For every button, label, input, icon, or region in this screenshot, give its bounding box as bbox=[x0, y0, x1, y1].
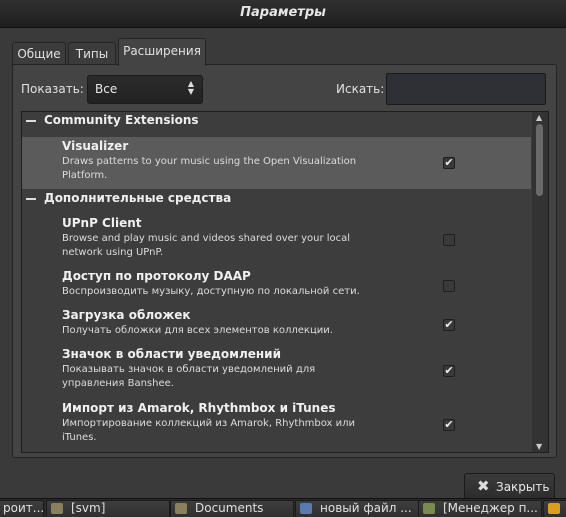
banshee-icon bbox=[548, 503, 560, 514]
extension-description: Воспроизводить музыку, доступную по лока… bbox=[62, 286, 360, 297]
tab-general[interactable]: Общие bbox=[12, 42, 66, 65]
extension-title: Visualizer bbox=[62, 139, 129, 153]
search-label: Искать: bbox=[336, 82, 385, 96]
extension-description: Browse and play music and videos shared … bbox=[62, 233, 351, 258]
package-icon bbox=[423, 503, 435, 514]
checkbox-unchecked[interactable] bbox=[443, 234, 455, 246]
checkbox-checked[interactable]: ✔ bbox=[443, 419, 455, 431]
taskbar-button[interactable] bbox=[543, 500, 566, 517]
extension-title: Загрузка обложек bbox=[62, 308, 191, 322]
taskbar-label: новый файл ... bbox=[320, 501, 412, 515]
taskbar-button[interactable]: новый файл ... bbox=[295, 500, 419, 517]
extension-description: Draws patterns to your music using the O… bbox=[62, 156, 357, 181]
extension-description: Импортирование коллекций из Amarok, Rhyt… bbox=[62, 418, 356, 443]
scrollbar-thumb[interactable] bbox=[536, 124, 543, 196]
extension-row[interactable]: Доступ по протоколу DAAP Воспроизводить м… bbox=[22, 267, 531, 305]
folder-icon bbox=[175, 503, 187, 514]
extension-description: Показывать значок в области уведомлений … bbox=[62, 364, 316, 389]
close-button-label: Закрыть bbox=[496, 480, 550, 494]
group-header[interactable]: Community Extensions bbox=[22, 112, 531, 136]
close-icon: ✖ bbox=[477, 477, 490, 495]
collapse-icon[interactable] bbox=[26, 198, 36, 200]
editor-icon bbox=[300, 503, 312, 514]
extension-row[interactable]: Загрузка обложек Получать обложки для все… bbox=[22, 306, 531, 344]
show-label: Показать: bbox=[21, 82, 84, 96]
folder-icon bbox=[51, 503, 63, 514]
tab-types[interactable]: Типы bbox=[68, 42, 116, 65]
taskbar-button[interactable]: [Менеджер п... bbox=[418, 500, 542, 517]
collapse-icon[interactable] bbox=[26, 120, 36, 122]
group-header[interactable]: Дополнительные средства bbox=[22, 190, 531, 214]
taskbar-label: [Менеджер п... bbox=[443, 501, 538, 515]
taskbar-label: роит... bbox=[3, 501, 44, 515]
taskbar-button[interactable]: Documents bbox=[170, 500, 294, 517]
vertical-scrollbar[interactable]: ▲ ▼ bbox=[532, 112, 548, 452]
extension-description: Получать обложки для всех элементов колл… bbox=[62, 325, 333, 336]
group-title: Community Extensions bbox=[44, 113, 199, 127]
window-titlebar[interactable]: Параметры bbox=[0, 0, 566, 28]
extension-title: Импорт из Amarok, Rhythmbox и iTunes bbox=[62, 401, 336, 415]
scroll-down-icon[interactable]: ▼ bbox=[536, 442, 542, 451]
extension-title: Значок в области уведомлений bbox=[62, 347, 281, 361]
group-title: Дополнительные средства bbox=[44, 191, 232, 205]
extensions-list[interactable]: ▲ ▼ Community Extensions Visualizer Draws … bbox=[21, 111, 549, 453]
extension-title: UPnP Client bbox=[62, 216, 142, 230]
taskbar-label: [svm] bbox=[71, 501, 106, 515]
taskbar-button[interactable]: [svm] bbox=[46, 500, 170, 517]
extensions-panel: Показать: Все ▲ ▼ Искать: ▲ ▼ Community E… bbox=[12, 64, 557, 458]
close-button[interactable]: ✖ Закрыть bbox=[464, 473, 555, 501]
taskbar-label: Documents bbox=[195, 501, 264, 515]
show-filter-select[interactable]: Все ▲ ▼ bbox=[87, 75, 203, 104]
extension-row[interactable]: Значок в области уведомлений Показывать з… bbox=[22, 345, 531, 397]
checkbox-unchecked[interactable] bbox=[443, 280, 455, 292]
extension-row[interactable]: UPnP Client Browse and play music and vid… bbox=[22, 214, 531, 266]
spin-arrows-icon: ▲ ▼ bbox=[187, 79, 194, 96]
checkbox-checked[interactable]: ✔ bbox=[443, 319, 455, 331]
show-filter-value: Все bbox=[95, 82, 118, 96]
extension-title: Доступ по протоколу DAAP bbox=[62, 269, 251, 283]
extension-row[interactable]: Импорт из Amarok, Rhythmbox и iTunes Импо… bbox=[22, 399, 531, 451]
checkbox-checked[interactable]: ✔ bbox=[443, 365, 455, 377]
extension-row[interactable]: Visualizer Draws patterns to your music u… bbox=[22, 137, 531, 189]
taskbar: роит... [svm] Documents новый файл ... [Мене… bbox=[0, 498, 566, 517]
window-title: Параметры bbox=[240, 5, 326, 20]
search-input[interactable] bbox=[386, 73, 546, 105]
checkbox-checked[interactable]: ✔ bbox=[443, 157, 455, 169]
tab-extensions[interactable]: Расширения bbox=[118, 38, 206, 66]
taskbar-button[interactable]: роит... bbox=[0, 500, 44, 517]
scroll-up-icon[interactable]: ▲ bbox=[536, 113, 542, 122]
